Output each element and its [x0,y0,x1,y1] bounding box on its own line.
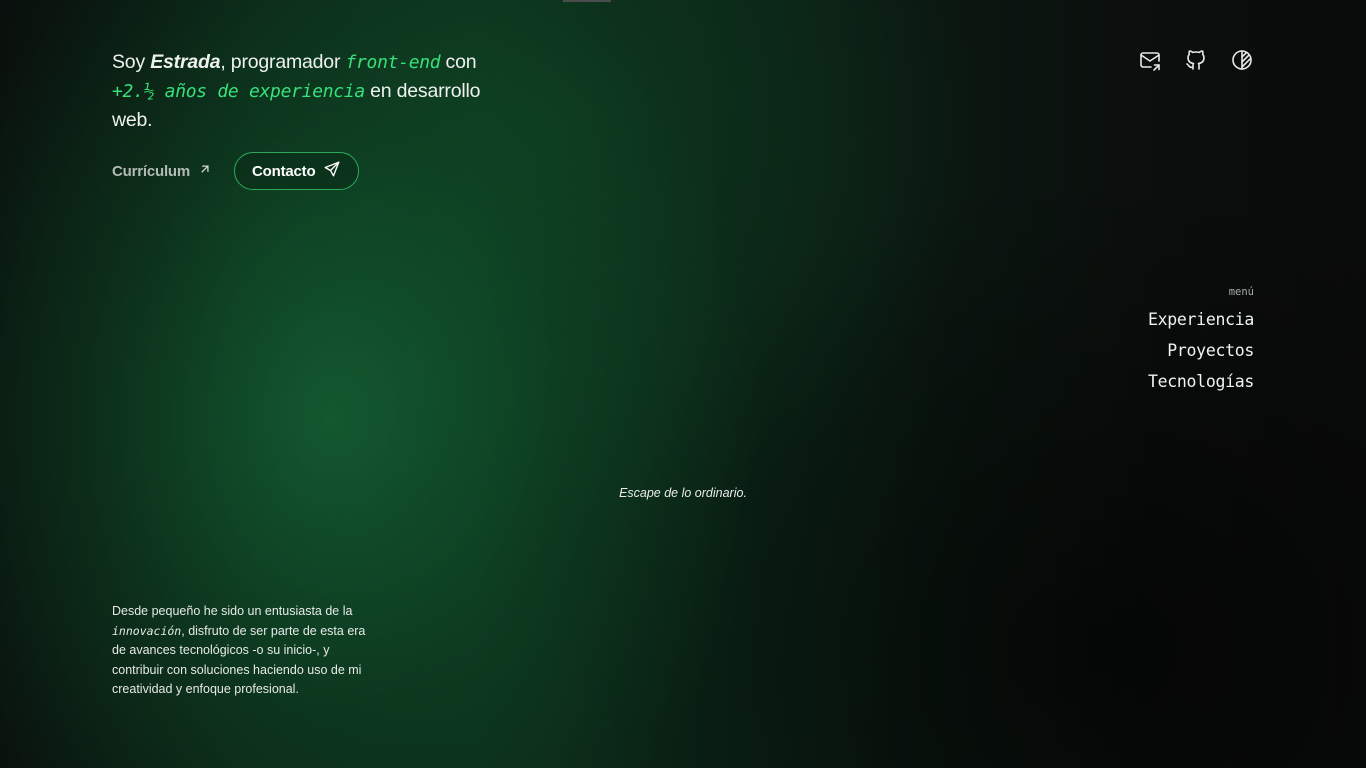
intro-prefix: Soy [112,51,151,73]
contact-label: Contacto [252,162,316,180]
side-menu: menú Experiencia Proyectos Tecnologías [1148,286,1254,397]
menu-label: menú [1228,286,1254,298]
arrow-up-right-icon [198,162,212,180]
curriculum-link[interactable]: Currículum [112,162,212,180]
menu-item-proyectos[interactable]: Proyectos [1148,335,1254,366]
bio-highlight: innovación [112,623,182,638]
menu-item-tecnologias[interactable]: Tecnologías [1148,366,1254,397]
bio-text-before: Desde pequeño he sido un entusiasta de l… [112,604,353,618]
theme-toggle-icon[interactable] [1230,48,1254,72]
intro-experience: +2.½ años de experiencia [112,81,365,102]
intro-name: Estrada [150,51,221,73]
intro-actions: Currículum Contacto [112,152,360,190]
github-icon[interactable] [1184,48,1208,72]
curriculum-label: Currículum [112,162,191,180]
menu-item-experiencia[interactable]: Experiencia [1148,304,1254,335]
intro-role: front-end [345,52,441,73]
send-icon [323,160,341,182]
intro-after-role: con [440,51,477,73]
contact-button[interactable]: Contacto [234,152,360,190]
bio-paragraph: Desde pequeño he sido un entusiasta de l… [112,602,367,700]
tagline: Escape de lo ordinario. [619,486,747,500]
intro-headline: Soy Estrada, programador front-end con +… [112,48,512,134]
top-indicator-line [563,0,611,2]
social-links [1138,48,1254,72]
mail-icon[interactable] [1138,48,1162,72]
intro-after-name: , programador [220,51,346,73]
